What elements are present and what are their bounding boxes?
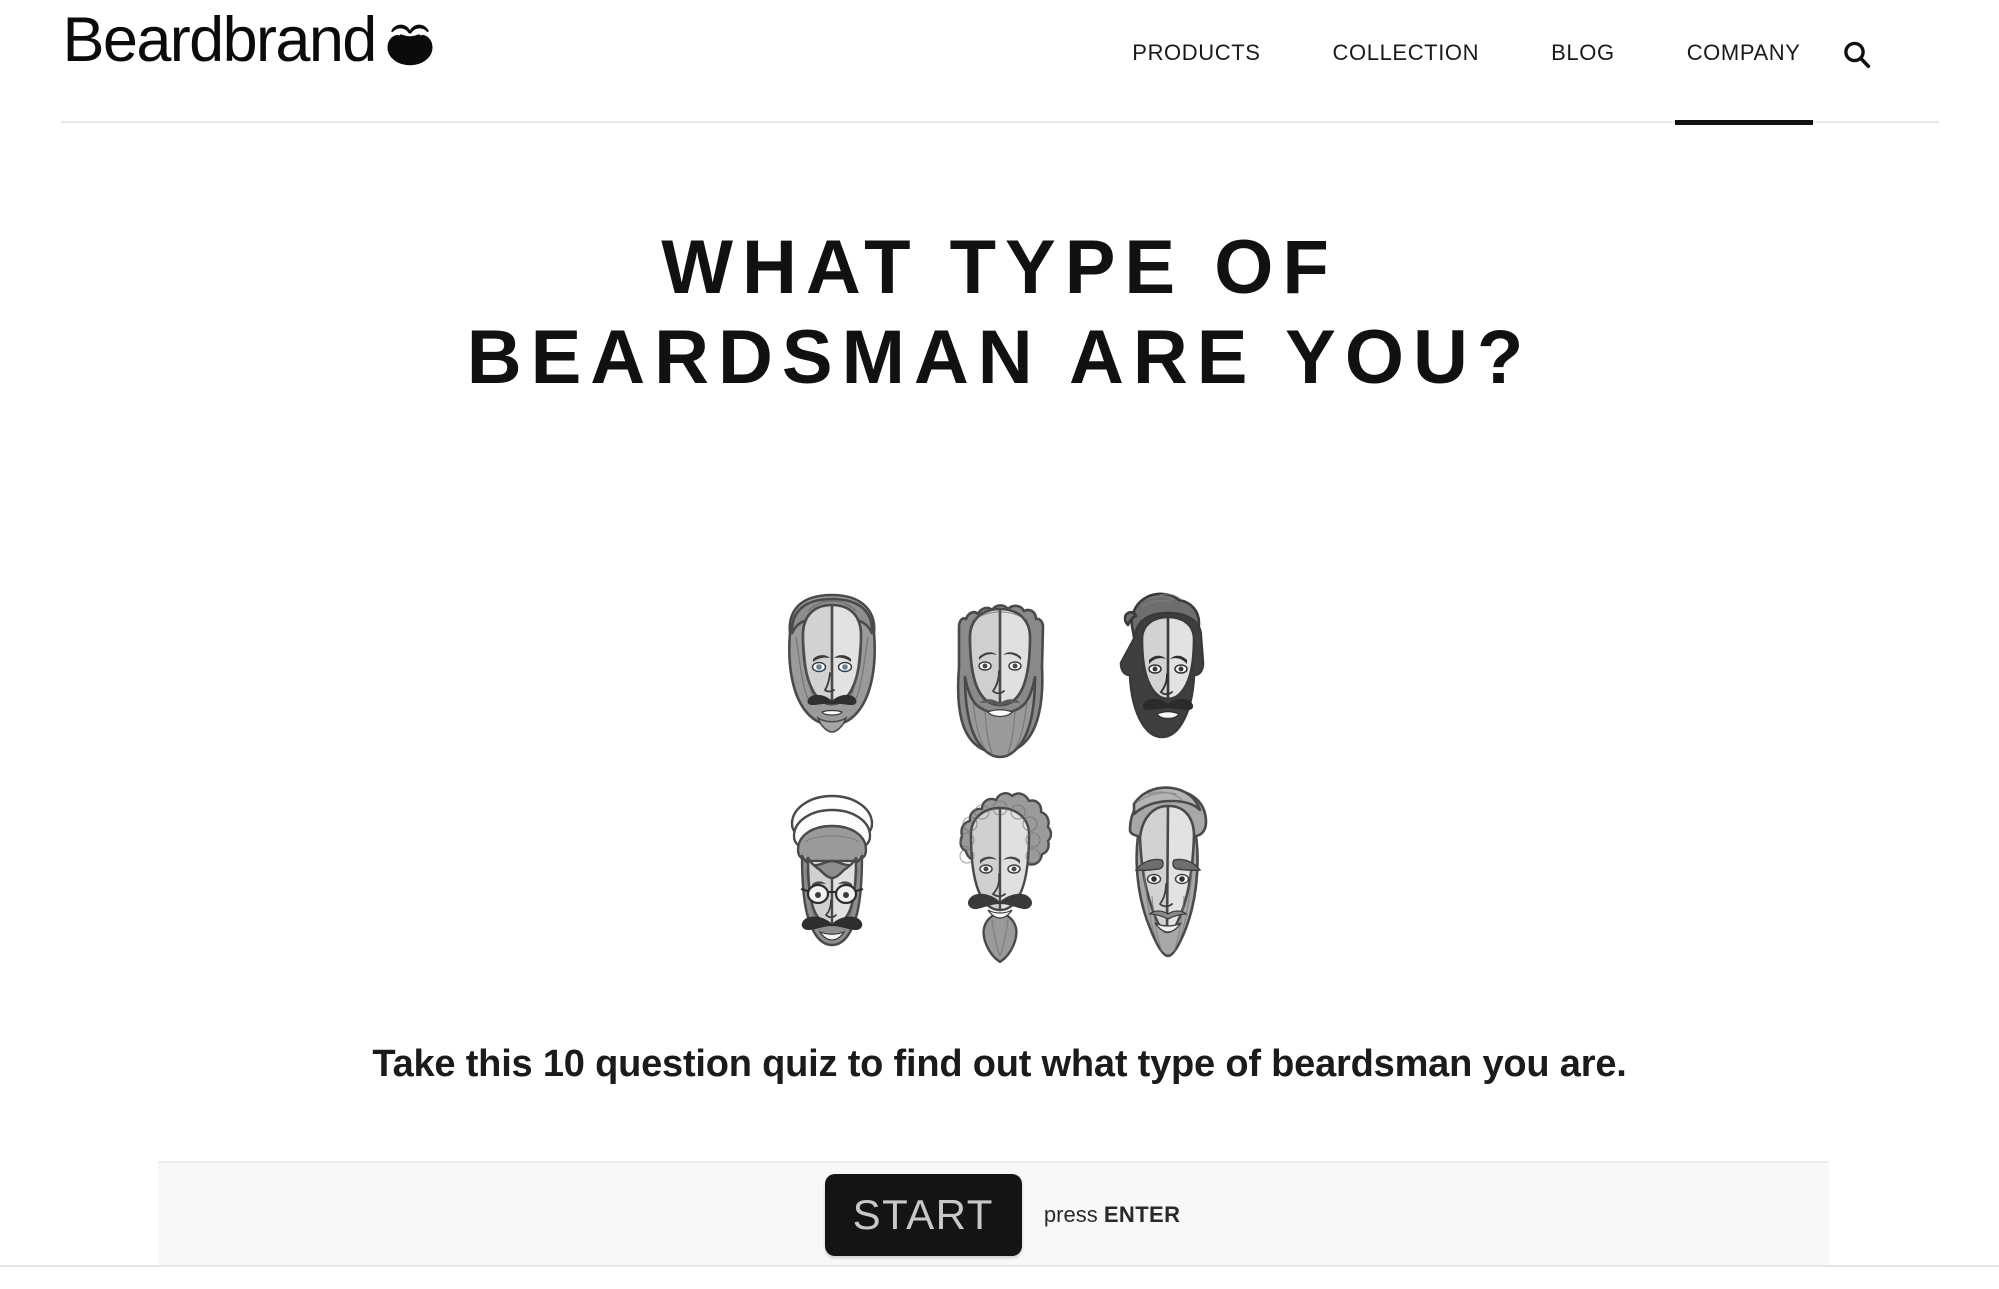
nav-item-products[interactable]: PRODUCTS <box>1132 0 1260 123</box>
nav-item-collection[interactable]: COLLECTION <box>1333 0 1480 123</box>
page-title-line-2: BEARDSMAN ARE YOU? <box>466 314 1533 400</box>
beardsman-face-5 <box>940 778 1060 968</box>
beardsman-face-2 <box>940 581 1060 771</box>
start-button[interactable]: START <box>824 1174 1022 1256</box>
page-title-line-1: WHAT TYPE OF <box>661 225 1338 310</box>
beardsman-face-6 <box>1108 778 1228 968</box>
quiz-main: WHAT TYPE OF BEARDSMAN ARE YOU? Take thi… <box>0 123 1999 1160</box>
beardsman-face-3 <box>1108 581 1228 771</box>
site-header: Beardbrand PRODUCTS COLLECTION BLOG COMP… <box>0 0 1999 125</box>
quiz-subtitle: Take this 10 question quiz to find out w… <box>372 1043 1627 1085</box>
page-title: WHAT TYPE OF BEARDSMAN ARE YOU? <box>0 223 1999 402</box>
nav-item-blog[interactable]: BLOG <box>1551 0 1615 123</box>
header-inner: Beardbrand PRODUCTS COLLECTION BLOG COMP… <box>60 0 1939 125</box>
press-enter-hint-key: ENTER <box>1103 1202 1181 1227</box>
press-enter-hint-prefix: press <box>1043 1202 1104 1227</box>
beard-mustache-icon <box>382 17 438 73</box>
brand-logo-link[interactable]: Beardbrand <box>63 8 438 73</box>
beardsman-illustration-grid <box>750 578 1250 970</box>
action-bar-inner: START press ENTER <box>158 1163 1829 1267</box>
press-enter-hint: press ENTER <box>1044 1202 1180 1228</box>
bottom-divider <box>0 1265 1999 1267</box>
beardsman-face-1 <box>772 581 892 771</box>
search-icon <box>1840 38 1874 75</box>
primary-navigation: PRODUCTS COLLECTION BLOG COMPANY <box>1132 0 1813 125</box>
nav-item-company[interactable]: COMPANY <box>1674 0 1813 125</box>
quiz-landing-page: Beardbrand PRODUCTS COLLECTION BLOG COMP… <box>0 0 1999 1289</box>
quiz-action-bar: START press ENTER <box>158 1161 1829 1267</box>
brand-name: Beardbrand <box>62 5 378 75</box>
beardsman-face-4 <box>772 778 892 968</box>
search-button[interactable] <box>1837 36 1877 76</box>
